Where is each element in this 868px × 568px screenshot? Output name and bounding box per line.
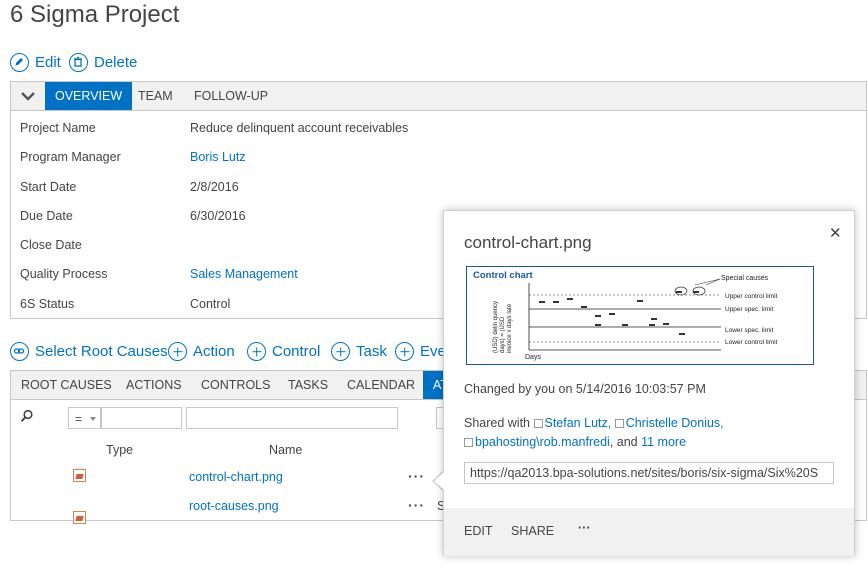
file-thumbnail[interactable]: Control chart Special causes (USD) delin… [466,266,814,365]
filter-operator-select[interactable]: = [68,407,101,429]
shared-more-link[interactable]: 11 more [641,435,686,449]
add-control-button[interactable]: Control [247,342,320,361]
tab-overview[interactable]: OVERVIEW [45,82,133,110]
delete-button[interactable]: Delete [69,53,137,72]
field-label-close-date: Close Date [20,238,82,252]
tab-calendar[interactable]: CALENDAR [337,371,425,399]
collapse-toggle[interactable] [11,82,45,110]
thumb-special-label: Special causes [721,275,769,282]
callout-share-button[interactable]: SHARE [511,524,554,538]
changed-info: Changed by you on 5/14/2016 10:03:57 PM [464,382,706,396]
thumb-ylabel-3: invoice x days late [507,303,513,353]
add-action-label: Action [193,343,235,360]
add-action-button[interactable]: Action [168,342,235,361]
quality-process-link[interactable]: Sales Management [190,267,298,281]
add-event-button[interactable]: Eve [395,342,446,361]
field-label-project-name: Project Name [20,121,96,135]
field-label-quality-process: Quality Process [20,267,108,281]
field-value-project-name: Reduce delinquent account receivables [190,121,409,135]
column-header-type[interactable]: Type [106,443,133,457]
callout-edit-button[interactable]: EDIT [464,524,492,538]
tab-actions[interactable]: ACTIONS [116,371,192,399]
add-control-label: Control [272,343,321,360]
shared-with-prefix: Shared with [464,416,531,430]
callout-footer: EDIT SHARE ··· [444,508,854,556]
edit-label: Edit [35,54,61,71]
presence-icon [533,419,543,428]
thumb-limit-3: Lower spec. limit [725,327,774,334]
shared-and-text: , and [609,435,638,449]
thumb-limit-2: Upper spec. limit [725,306,774,313]
filter-name-input[interactable] [186,407,398,429]
add-event-label: Eve [420,343,446,360]
plus-icon [168,342,187,361]
program-manager-link[interactable]: Boris Lutz [190,150,246,164]
presence-icon [614,419,624,428]
presence-icon [464,438,473,447]
search-icon[interactable] [20,409,34,426]
pencil-icon [10,53,29,72]
thumb-ylabel-2: days) = (USD [500,316,506,353]
callout-title: control-chart.png [464,233,592,252]
file-menu-ellipsis[interactable]: ··· [408,497,425,513]
plus-icon [247,342,266,361]
tab-team[interactable]: TEAM [128,82,183,110]
add-task-button[interactable]: Task [331,342,387,361]
file-link-control-chart[interactable]: control-chart.png [189,470,283,484]
file-link-root-causes[interactable]: root-causes.png [189,499,279,513]
field-label-due-date: Due Date [20,209,73,223]
field-value-start-date: 2/8/2016 [190,180,239,194]
add-task-label: Task [356,343,387,360]
field-value-6s-status: Control [190,297,231,311]
thumb-limit-4: Lower control limit [725,339,778,346]
dropdown-arrow-icon [90,417,96,421]
tab-controls[interactable]: CONTROLS [191,371,280,399]
shared-user-link[interactable]: bpahosting\rob.manfredi [475,435,610,449]
link-icon [10,342,29,361]
callout-more-button[interactable]: ··· [578,521,591,535]
chevron-down-icon [21,92,35,101]
field-label-program-manager: Program Manager [20,150,121,164]
field-value-due-date: 6/30/2016 [190,209,246,223]
shared-user-link[interactable]: Christelle Donius, [626,416,724,430]
tab-tasks[interactable]: TASKS [278,371,338,399]
trash-icon [69,53,88,72]
shared-with-info: Shared with Stefan Lutz, Christelle Doni… [464,414,844,452]
control-chart-thumbnail: Control chart Special causes (USD) delin… [473,270,778,361]
thumb-limit-1: Upper control limit [725,293,778,300]
image-file-icon [73,511,86,524]
callout-pointer-inner [434,472,444,490]
file-menu-ellipsis[interactable]: ··· [408,468,425,484]
field-label-6s-status: 6S Status [20,297,75,311]
select-root-causes-button[interactable]: Select Root Causes [10,342,168,361]
shared-user-link[interactable]: Stefan Lutz, [545,416,612,430]
form-tab-bar: OVERVIEW TEAM FOLLOW-UP [10,81,867,111]
thumb-title: Control chart [473,270,533,281]
page-title: 6 Sigma Project [10,1,180,28]
thumb-xlabel: Days [525,354,541,361]
thumb-ylabel-1: (USD) delin quency [493,301,499,353]
field-label-start-date: Start Date [20,180,77,194]
edit-button[interactable]: Edit [10,53,61,72]
file-url-field[interactable]: https://qa2013.bpa-solutions.net/sites/b… [464,462,834,484]
delete-label: Delete [94,54,138,71]
column-header-name[interactable]: Name [269,443,302,457]
tab-root-causes[interactable]: ROOT CAUSES [11,371,122,399]
tab-follow-up[interactable]: FOLLOW-UP [184,82,278,110]
plus-icon [395,342,414,361]
image-file-icon [73,469,86,482]
plus-icon [331,342,350,361]
file-callout: control-chart.png ✕ Control chart Specia… [443,210,855,556]
select-root-causes-label: Select Root Causes [35,343,168,360]
filter-value-input[interactable] [101,407,182,429]
close-icon[interactable]: ✕ [829,224,842,242]
